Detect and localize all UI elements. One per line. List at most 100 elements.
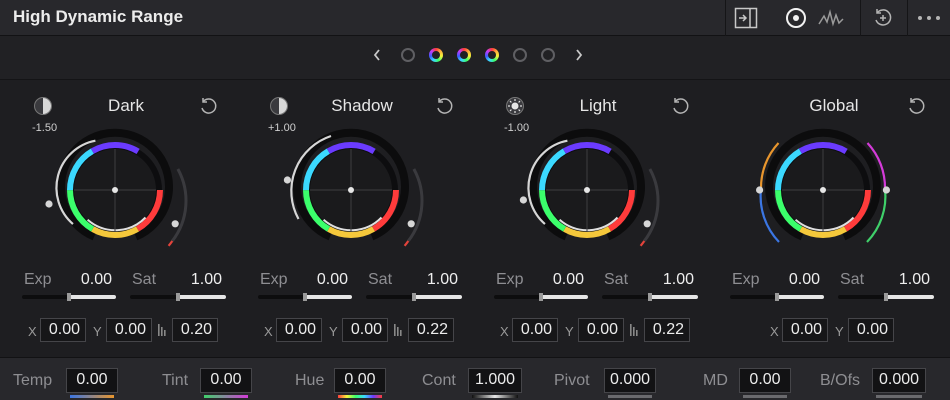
reset-icon[interactable] [198,96,218,116]
y-label: Y [93,324,102,339]
x-label: X [264,324,273,339]
y-label: Y [565,324,574,339]
x-field[interactable]: 0.00 [276,318,322,342]
sat-value[interactable]: 1.00 [648,271,694,289]
reset-icon[interactable] [670,96,690,116]
sat-slider[interactable] [130,293,226,301]
chevron-right-icon [576,49,583,61]
tint-gradient [204,395,248,398]
bofs-label: B/Ofs [820,372,861,389]
primary-adjustments-bar: Temp 0.00 Tint 0.00 Hue 0.00 Cont 1.000 … [0,357,950,400]
y-field[interactable]: 0.00 [848,318,894,342]
color-wheel-mode-icon[interactable] [781,4,811,32]
sat-label: Sat [840,271,865,288]
x-label: X [28,324,37,339]
x-field[interactable]: 0.00 [40,318,86,342]
exp-value[interactable]: 0.00 [68,271,112,289]
exp-slider[interactable] [730,293,824,301]
md-label: MD [703,372,728,389]
reset-icon[interactable] [434,96,454,116]
toolbar-divider [860,0,861,36]
next-page-button[interactable] [568,44,590,66]
color-wheel[interactable] [8,124,244,274]
sat-label: Sat [604,271,629,288]
page-dot-active[interactable] [457,48,471,62]
md-field[interactable]: 0.00 [739,368,791,393]
waveform-mode-icon[interactable] [816,4,846,32]
wheel-pager [0,36,950,80]
color-wheel[interactable] [716,124,950,274]
temp-label: Temp [13,372,53,389]
page-dot[interactable] [513,48,527,62]
wheel-shadow: +1.00 Shadow Exp 0.00 Sat 1.00 X 0.00 Y … [244,80,480,360]
toolbar-divider [725,0,726,36]
prev-page-button[interactable] [366,44,388,66]
temp-gradient [70,395,114,398]
sat-slider[interactable] [838,293,934,301]
sat-value[interactable]: 1.00 [412,271,458,289]
tint-label: Tint [162,372,189,389]
exp-label: Exp [260,271,288,288]
sat-value[interactable]: 1.00 [884,271,930,289]
hue-gradient [338,395,382,398]
temp-field[interactable]: 0.00 [66,368,118,393]
wheel-dark: -1.50 Dark Exp 0.00 Sat 1.00 X 0.00 Y 0.… [8,80,244,360]
hue-field[interactable]: 0.00 [334,368,386,393]
y-field[interactable]: 0.00 [342,318,388,342]
chevron-left-icon [373,49,380,61]
exp-label: Exp [496,271,524,288]
sat-slider[interactable] [366,293,462,301]
sat-value[interactable]: 1.00 [176,271,222,289]
toolbar-divider [907,0,908,36]
exp-value[interactable]: 0.00 [304,271,348,289]
more-options-icon[interactable] [914,4,944,32]
x-label: X [770,324,779,339]
panel-title: High Dynamic Range [13,7,184,26]
exp-label: Exp [24,271,52,288]
falloff-icon [394,324,402,336]
zone-panel-icon[interactable] [731,4,761,32]
x-field[interactable]: 0.00 [782,318,828,342]
pivot-label: Pivot [554,372,590,389]
exp-value[interactable]: 0.00 [540,271,584,289]
x-label: X [500,324,509,339]
wheel-light: -1.00 Light Exp 0.00 Sat 1.00 X 0.00 Y 0… [480,80,716,360]
falloff-field[interactable]: 0.22 [644,318,690,342]
bofs-gradient [876,395,922,398]
pivot-field[interactable]: 0.000 [604,368,656,393]
y-field[interactable]: 0.00 [578,318,624,342]
falloff-field[interactable]: 0.22 [408,318,454,342]
pivot-gradient [608,395,652,398]
cont-label: Cont [422,372,456,389]
page-dot-active[interactable] [485,48,499,62]
hue-label: Hue [295,372,325,389]
page-dot[interactable] [401,48,415,62]
sat-label: Sat [368,271,393,288]
exp-slider[interactable] [258,293,352,301]
tint-field[interactable]: 0.00 [200,368,252,393]
exp-label: Exp [732,271,760,288]
sat-label: Sat [132,271,157,288]
md-gradient [743,395,787,398]
exp-value[interactable]: 0.00 [776,271,820,289]
y-label: Y [329,324,338,339]
x-field[interactable]: 0.00 [512,318,558,342]
wheel-global: Global Exp 0.00 Sat 1.00 X 0.00 Y 0.00 [716,80,950,360]
reset-all-icon[interactable] [868,4,898,32]
panel-header: High Dynamic Range [0,0,950,36]
page-dot-active[interactable] [429,48,443,62]
falloff-icon [158,324,166,336]
cont-gradient [472,395,518,398]
exp-slider[interactable] [494,293,588,301]
sat-slider[interactable] [602,293,698,301]
color-wheel[interactable] [244,124,480,274]
bofs-field[interactable]: 0.000 [872,368,926,393]
y-field[interactable]: 0.00 [106,318,152,342]
page-dot[interactable] [541,48,555,62]
reset-icon[interactable] [906,96,926,116]
exp-slider[interactable] [22,293,116,301]
color-wheel[interactable] [480,124,716,274]
falloff-field[interactable]: 0.20 [172,318,218,342]
cont-field[interactable]: 1.000 [468,368,522,393]
y-label: Y [835,324,844,339]
